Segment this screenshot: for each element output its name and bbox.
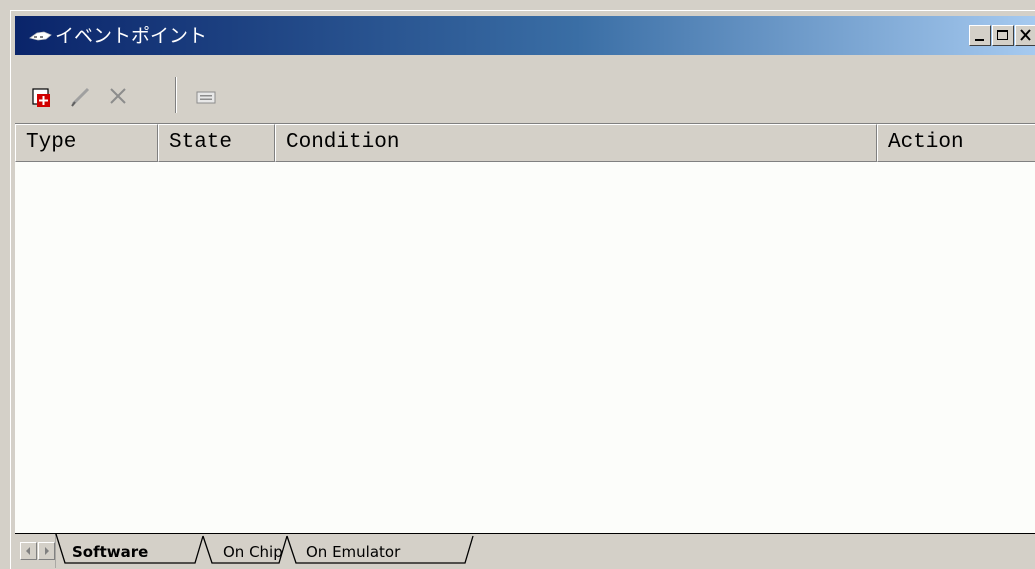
add-icon — [32, 88, 50, 107]
delete-icon — [110, 88, 126, 104]
maximize-button[interactable] — [992, 25, 1014, 46]
tab-on-emulator[interactable]: On Emulator — [306, 543, 400, 561]
column-header-label: Type — [26, 131, 77, 154]
delete-event-button[interactable] — [105, 84, 131, 110]
column-header-label: State — [169, 131, 233, 154]
minimize-icon — [975, 39, 984, 41]
tab-scroll-right-button[interactable] — [38, 542, 55, 560]
column-header-action[interactable]: Action — [877, 124, 1035, 162]
edit-event-button[interactable] — [68, 84, 94, 110]
event-point-icon — [29, 31, 52, 41]
add-event-button[interactable] — [29, 84, 55, 110]
event-point-list[interactable]: Type State Condition Action — [15, 123, 1035, 533]
tab-software[interactable]: Software — [72, 543, 148, 561]
maximize-icon — [997, 30, 1008, 40]
column-header-condition[interactable]: Condition — [275, 124, 877, 162]
toolbar — [15, 55, 1035, 122]
column-header-type[interactable]: Type — [15, 124, 158, 162]
tab-on-chip[interactable]: On Chip — [223, 543, 283, 561]
tab-scroll-left-button[interactable] — [20, 542, 37, 560]
window-title: イベントポイント — [55, 25, 208, 47]
tab-bar: Software On Chip On Emulator — [15, 533, 1035, 569]
close-icon — [1020, 29, 1031, 41]
edit-icon — [71, 87, 90, 107]
minimize-button[interactable] — [969, 25, 991, 46]
column-header-label: Condition — [286, 131, 400, 154]
arrow-left-icon — [26, 547, 30, 555]
event-point-window: イベントポイント Type State Condition Action Sof… — [10, 10, 1035, 569]
arrow-right-icon — [45, 547, 49, 555]
properties-button[interactable] — [193, 84, 219, 110]
column-header-state[interactable]: State — [158, 124, 275, 162]
column-header-label: Action — [888, 131, 964, 154]
toolbar-separator — [175, 77, 177, 113]
close-button[interactable] — [1015, 25, 1035, 46]
properties-icon — [196, 91, 216, 104]
title-bar[interactable]: イベントポイント — [15, 16, 1035, 55]
